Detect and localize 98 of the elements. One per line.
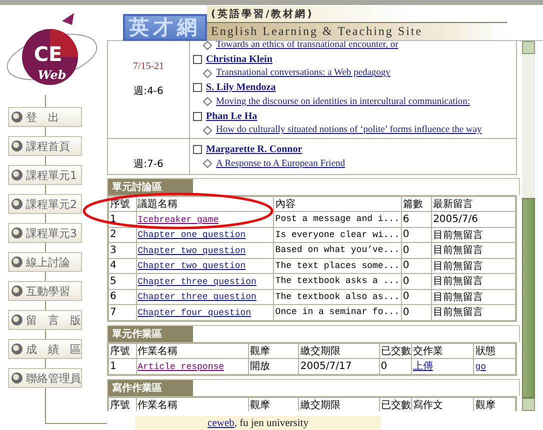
scrollbar[interactable] — [522, 41, 535, 411]
table-cell: 0 — [401, 304, 432, 321]
ball-icon — [11, 198, 23, 210]
diamond-icon — [203, 97, 212, 106]
nav-button[interactable]: 課程單元2 — [8, 194, 82, 214]
column-header: 序號 — [108, 396, 136, 411]
nav-button[interactable]: 互動學習 — [8, 281, 82, 301]
table-cell: 6 — [108, 289, 136, 305]
table-cell: 目前無留言 — [432, 227, 516, 243]
table-cell: 7 — [108, 304, 136, 321]
table-cell: 2 — [108, 227, 136, 243]
column-header: 已交數 — [379, 342, 412, 359]
table-cell: Is everyone clear wi... — [274, 227, 402, 243]
article-link[interactable]: How do culturally situated notions of ‘polite’ forms influence the way — [216, 125, 482, 136]
ball-icon — [11, 256, 23, 268]
table-cell: 目前無留言 — [432, 289, 516, 305]
section-header: 單元討論區 — [108, 178, 193, 195]
table-cell: 4 — [108, 258, 136, 274]
table-cell: 目前無留言 — [432, 242, 516, 258]
date-range: 7/15-21 — [132, 61, 166, 72]
footer-link[interactable]: ceweb — [208, 418, 234, 429]
column-header: 議題名稱 — [136, 196, 274, 212]
table-cell: 0 — [401, 289, 432, 305]
table-cell: 6 — [401, 212, 432, 228]
table-cell: 0 — [401, 242, 432, 258]
column-header: 篇數 — [401, 196, 432, 212]
column-header: 作業名稱 — [136, 342, 249, 359]
column-header: 狀態 — [474, 342, 516, 359]
column-header: 繳交期限 — [298, 342, 380, 359]
nav-button[interactable]: 聯絡管理員 — [8, 368, 82, 388]
nav-button[interactable]: 留 言 版 — [8, 310, 82, 330]
week-label: 週:7-6 — [132, 158, 164, 172]
ball-icon — [11, 314, 23, 326]
table-cell: 開放 — [248, 358, 299, 375]
week-label: 週:4-6 — [132, 85, 164, 98]
author-link[interactable]: Margarette R. Connor — [206, 144, 302, 155]
table-cell: 0 — [401, 227, 432, 243]
column-header: 已交數 — [379, 396, 412, 411]
diamond-icon — [203, 41, 212, 50]
column-header: 最新留言 — [432, 196, 516, 212]
article-link[interactable]: Transnational conversations: a Web pedagogy — [216, 68, 390, 78]
ball-icon — [11, 372, 23, 384]
diamond-icon — [203, 68, 212, 78]
table-cell: Once in a seminar fo... — [274, 304, 402, 321]
site-tagline: English Learning & Teaching Site — [207, 22, 507, 40]
author-link[interactable]: Phan Le Ha — [206, 110, 258, 122]
table-cell: 目前無留言 — [432, 274, 516, 290]
ball-icon — [11, 343, 23, 355]
nav-button[interactable]: 成 績 區 — [8, 339, 82, 359]
section-header: 單元作業區 — [108, 326, 193, 342]
nav-button[interactable]: 線上討論 — [8, 252, 82, 272]
section-header: 寫作作業區 — [108, 380, 193, 396]
table-cell: 目前無留言 — [432, 258, 516, 274]
column-header: 內容 — [274, 196, 402, 212]
column-header: 寫作文 — [411, 396, 474, 411]
table-cell: 0 — [379, 358, 412, 375]
author-link[interactable]: S. Lily Mendoza — [206, 82, 276, 94]
ball-icon — [11, 227, 23, 239]
square-icon — [193, 112, 202, 121]
table-cell: The text places some... — [274, 258, 402, 274]
nav-button[interactable]: 課程單元1 — [8, 165, 82, 185]
table-cell: 0 — [401, 274, 432, 290]
ball-icon — [11, 140, 23, 152]
nav-button[interactable]: 課程首頁 — [8, 136, 82, 156]
article-link[interactable]: Moving the discourse on identities in intercultural communication: — [216, 96, 470, 107]
diamond-icon — [203, 159, 212, 168]
column-header: 交作業 — [411, 342, 474, 359]
table-cell: The textbook also as... — [274, 289, 402, 305]
table-cell: 5 — [108, 274, 136, 290]
table-cell: The textbook asks a ... — [274, 274, 402, 290]
table-cell: Based on what you’ve... — [274, 242, 402, 258]
square-icon — [193, 144, 202, 154]
nav-button[interactable]: 課程單元3 — [8, 223, 82, 243]
column-header: 序號 — [108, 342, 136, 359]
article-link[interactable]: A Response to A European Friend — [216, 158, 346, 169]
table-cell: 3 — [108, 242, 136, 258]
author-link[interactable]: Christina Klein — [206, 54, 272, 65]
column-header: 繳交期限 — [298, 396, 380, 411]
go-link[interactable]: go — [475, 362, 486, 372]
column-header: 觀摩 — [248, 396, 299, 411]
table-cell: 2005/7/6 — [432, 212, 516, 228]
table-cell: 2005/7/17 — [298, 358, 380, 375]
footer-text: , fu jen university — [234, 418, 308, 429]
ball-icon — [11, 285, 23, 297]
ball-icon — [11, 169, 23, 181]
ball-icon — [11, 111, 23, 123]
site-title: 英才網 — [123, 14, 207, 41]
nav-button[interactable]: 登 出 — [8, 107, 82, 127]
square-icon — [193, 83, 202, 92]
site-logo: CE Web — [2, 11, 102, 99]
table-cell: 0 — [401, 258, 432, 274]
square-icon — [193, 54, 202, 64]
table-cell: 1 — [108, 212, 136, 228]
column-header: 作業名稱 — [136, 396, 249, 411]
column-header: 觀摩 — [248, 342, 299, 359]
diamond-icon — [203, 126, 212, 135]
table-cell: Post a message and i... — [274, 212, 402, 228]
table-cell: 1 — [108, 358, 136, 375]
